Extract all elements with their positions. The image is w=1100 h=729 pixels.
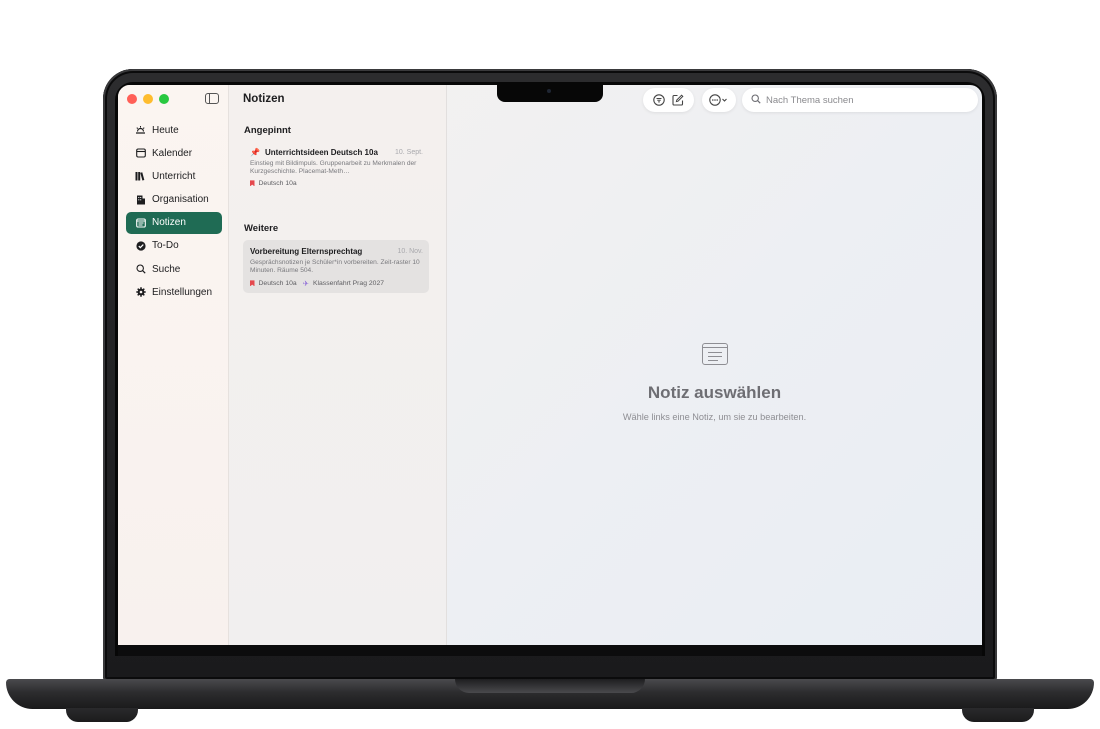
sidebar-item-notizen[interactable]: Notizen [126,211,222,234]
detail-pane: Notiz auswählen Wähle links eine Notiz, … [447,85,982,645]
checkmark-circle-icon [135,240,146,251]
airplane-icon: ✈ [302,278,309,288]
sidebar-item-label: Notizen [152,217,186,229]
sidebar-item-kalender[interactable]: Kalender [126,142,222,164]
sidebar-toggle-icon[interactable] [205,93,219,104]
compose-icon[interactable] [671,93,685,107]
note-card-other[interactable]: Vorbereitung Elternsprechtag 10. Nov. Ge… [243,240,429,293]
tag-label: Deutsch 10a [258,179,297,187]
notes-list: Notizen Angepinnt 📌 Unterrichtsideen Deu… [229,85,447,645]
sidebar-item-label: Heute [152,124,179,136]
sidebar-item-todo[interactable]: To-Do [126,235,222,257]
note-tags: Deutsch 10a ✈ Klassenfahrt Prag 2027 [250,279,423,288]
note-title: Vorbereitung Elternsprechtag [250,247,363,256]
more-menu-button[interactable] [702,88,736,112]
sidebar-item-label: Organisation [152,194,209,206]
search-field[interactable] [742,88,978,112]
more-icon [708,93,730,107]
tag-label: Klassenfahrt Prag 2027 [312,279,385,287]
sidebar-nav: Heute Kalender Unterricht Organisation N… [126,119,222,305]
note-tags: Deutsch 10a [250,180,423,187]
search-icon [751,91,761,109]
app-window: Heute Kalender Unterricht Organisation N… [118,85,982,645]
camera-icon [547,89,551,93]
tag-label: Deutsch 10a [258,279,297,287]
zoom-window-button[interactable] [159,94,169,104]
note-date: 10. Nov. [397,248,423,255]
pinned-section-heading: Angepinnt [244,125,291,136]
search-input[interactable] [766,94,966,106]
note-title: Unterrichtsideen Deutsch 10a [264,148,378,157]
note-card-pinned[interactable]: 📌 Unterrichtsideen Deutsch 10a 10. Sept.… [243,141,429,192]
minimize-window-button[interactable] [143,94,153,104]
tag: ✈ Klassenfahrt Prag 2027 [303,279,384,288]
note-date: 10. Sept. [394,149,423,156]
page-title: Notizen [243,93,285,105]
sidebar-item-label: To-Do [152,240,179,252]
bookmark-icon [250,280,255,287]
tag: Deutsch 10a [250,180,297,187]
toolbar-group [643,88,694,112]
empty-state-subtitle: Wähle links eine Notiz, um sie zu bearbe… [622,412,807,422]
books-icon [135,171,146,182]
sidebar-item-label: Unterricht [152,170,196,182]
sidebar-item-einstellungen[interactable]: Einstellungen [126,281,222,303]
screen-chin [118,645,982,656]
note-icon [135,217,146,228]
other-section-heading: Weitere [244,223,279,234]
empty-state: Notiz auswählen Wähle links eine Notiz, … [447,343,982,422]
camera-notch [497,85,603,102]
note-placeholder-icon [701,343,728,365]
sidebar-item-unterricht[interactable]: Unterricht [126,165,222,187]
laptop-foot [66,708,138,722]
note-preview: Gesprächsnotizen je Schüler*in vorbereit… [250,259,420,275]
tag: Deutsch 10a [250,280,297,287]
pin-icon: 📌 [250,148,260,157]
calendar-icon [135,148,146,159]
gear-icon [135,287,146,298]
note-preview: Einstieg mit Bildimpuls. Gruppenarbeit z… [250,160,417,176]
laptop-opening-notch [455,679,645,693]
building-icon [135,194,146,205]
close-window-button[interactable] [127,94,137,104]
search-icon [135,264,146,275]
bookmark-icon [250,180,255,187]
sidebar-item-label: Einstellungen [152,286,213,298]
sidebar-item-organisation[interactable]: Organisation [126,189,222,211]
sidebar-item-heute[interactable]: Heute [126,119,222,141]
laptop-foot [962,708,1034,722]
sidebar-item-suche[interactable]: Suche [126,258,222,280]
sun-horizon-icon [135,125,146,136]
sidebar-item-label: Suche [152,263,181,275]
sidebar-item-label: Kalender [152,147,193,159]
filter-icon[interactable] [652,93,666,107]
empty-state-title: Notiz auswählen [647,383,782,402]
sidebar: Heute Kalender Unterricht Organisation N… [118,85,229,645]
